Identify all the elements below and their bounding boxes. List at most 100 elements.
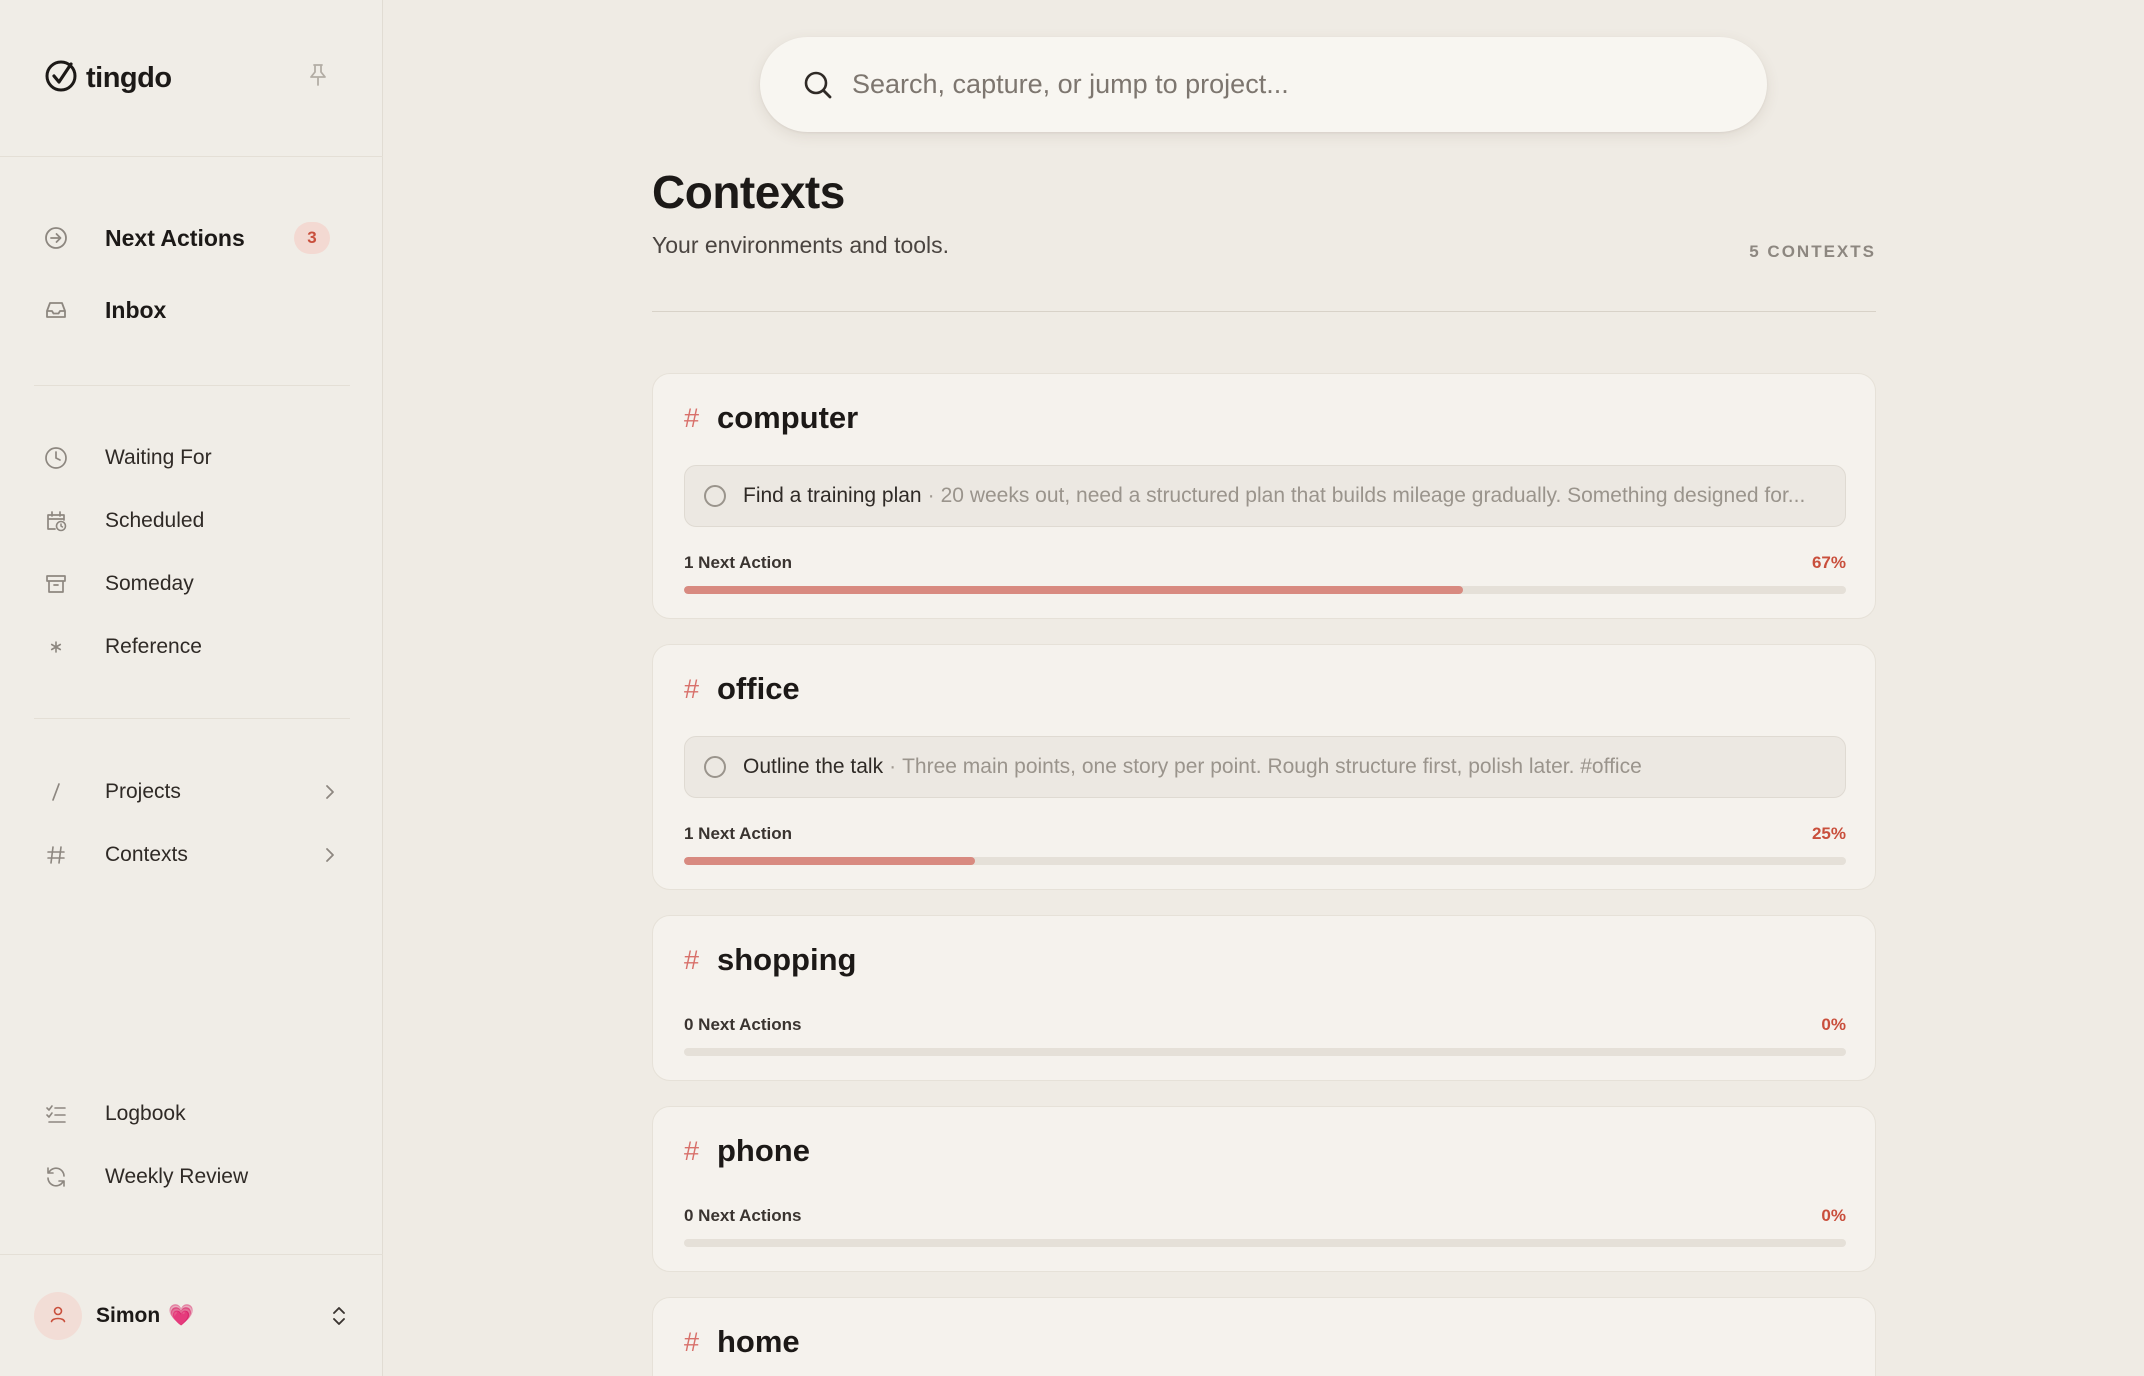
sidebar-item-label: Inbox — [105, 296, 167, 323]
task-checkbox[interactable] — [704, 756, 726, 778]
archive-box-icon — [44, 572, 86, 596]
user-icon — [47, 1303, 69, 1330]
sidebar-item-weekly-review[interactable]: Weekly Review — [44, 1151, 340, 1203]
page-title: Contexts — [652, 166, 845, 218]
sidebar-divider — [0, 156, 383, 157]
search-icon — [802, 69, 834, 101]
sidebar-item-label: Next Actions — [105, 224, 245, 251]
context-stats: 0 Next Actions 0% — [684, 1205, 1846, 1227]
progress-bar — [684, 586, 1846, 594]
task-title: Outline the talk — [743, 755, 884, 778]
chevron-up-down-icon[interactable] — [328, 1304, 350, 1333]
sidebar-divider — [34, 385, 350, 386]
next-action-count: 0 Next Actions — [684, 1206, 802, 1225]
sidebar-item-contexts[interactable]: Contexts — [44, 829, 340, 881]
context-card-office[interactable]: # office Outline the talk · Three main p… — [652, 644, 1876, 890]
context-header: # computer — [684, 396, 858, 440]
sidebar-item-scheduled[interactable]: Scheduled — [44, 495, 340, 547]
context-card-shopping[interactable]: # shopping 0 Next Actions 0% — [652, 915, 1876, 1081]
context-header: # office — [684, 667, 800, 711]
context-card-computer[interactable]: # computer Find a training plan · 20 wee… — [652, 373, 1876, 619]
task-item[interactable]: Outline the talk · Three main points, on… — [684, 736, 1846, 798]
progress-percent: 0% — [1821, 1015, 1846, 1034]
page-subtitle: Your environments and tools. — [652, 232, 950, 258]
search-input[interactable] — [852, 69, 1712, 100]
sidebar-item-label: Contexts — [105, 843, 188, 866]
sidebar-item-waiting-for[interactable]: Waiting For — [44, 432, 340, 484]
next-actions-count-badge: 3 — [294, 222, 330, 254]
task-title: Find a training plan — [743, 484, 922, 507]
context-header: # shopping — [684, 938, 856, 982]
context-stats: 1 Next Action 67% — [684, 552, 1846, 574]
task-checkbox[interactable] — [704, 485, 726, 507]
slash-icon — [44, 780, 86, 804]
next-action-count: 1 Next Action — [684, 553, 793, 572]
sidebar-item-logbook[interactable]: Logbook — [44, 1088, 340, 1140]
chevron-right-icon[interactable] — [320, 845, 340, 870]
progress-bar — [684, 857, 1846, 865]
sidebar-item-projects[interactable]: Projects — [44, 766, 340, 818]
sidebar: tingdo Next Actions 3 Inbox Waiting For … — [0, 0, 383, 1376]
sidebar-item-someday[interactable]: Someday — [44, 558, 340, 610]
checklist-icon — [44, 1102, 86, 1126]
context-name: home — [717, 1324, 800, 1359]
sidebar-item-label: Reference — [105, 635, 202, 658]
task-note: Three main points, one story per point. … — [902, 755, 1642, 778]
arrow-circle-right-icon — [44, 226, 86, 250]
progress-fill — [684, 857, 975, 865]
check-circle-logo-icon — [44, 59, 78, 98]
context-header: # home — [684, 1320, 800, 1364]
hash-icon — [44, 843, 86, 867]
avatar — [34, 1292, 82, 1340]
sidebar-item-label: Logbook — [105, 1102, 186, 1125]
user-name: Simon — [96, 1304, 161, 1327]
context-card-phone[interactable]: # phone 0 Next Actions 0% — [652, 1106, 1876, 1272]
asterisk-icon — [44, 635, 86, 659]
contexts-count: 5 CONTEXTS — [1749, 242, 1876, 261]
calendar-clock-icon — [44, 509, 86, 533]
inbox-tray-icon — [44, 298, 86, 322]
sidebar-item-inbox[interactable]: Inbox — [44, 284, 340, 336]
search-bar[interactable] — [760, 37, 1767, 132]
pin-sidebar-button[interactable] — [304, 62, 332, 92]
context-stats: 0 Next Actions 0% — [684, 1014, 1846, 1036]
next-action-count: 1 Next Action — [684, 824, 793, 843]
sidebar-item-next-actions[interactable]: Next Actions 3 — [44, 212, 340, 264]
chevron-right-icon[interactable] — [320, 782, 340, 807]
hash-icon: # — [684, 1135, 700, 1166]
context-name: shopping — [717, 942, 857, 977]
task-note: 20 weeks out, need a structured plan tha… — [940, 484, 1806, 507]
context-name: office — [717, 671, 800, 706]
hash-icon: # — [684, 944, 700, 975]
progress-percent: 0% — [1821, 1206, 1846, 1225]
sidebar-item-label: Waiting For — [105, 446, 212, 469]
context-name: computer — [717, 400, 859, 435]
task-separator: · — [889, 755, 897, 778]
context-name: phone — [717, 1133, 810, 1168]
context-stats: 1 Next Action 25% — [684, 823, 1846, 845]
hash-icon: # — [684, 402, 700, 433]
hash-icon: # — [684, 673, 700, 704]
sidebar-item-reference[interactable]: Reference — [44, 621, 340, 673]
sidebar-divider — [34, 718, 350, 719]
task-separator: · — [927, 484, 935, 507]
sidebar-item-label: Someday — [105, 572, 194, 595]
pin-icon — [309, 63, 327, 92]
progress-percent: 25% — [1811, 824, 1846, 843]
progress-percent: 67% — [1811, 553, 1846, 572]
refresh-icon — [44, 1165, 86, 1189]
context-header: # phone — [684, 1129, 810, 1173]
app-name: tingdo — [86, 61, 172, 94]
clock-icon — [44, 446, 86, 470]
progress-bar — [684, 1048, 1846, 1056]
header-divider — [652, 311, 1876, 312]
context-card-home[interactable]: # home — [652, 1297, 1876, 1376]
task-item[interactable]: Find a training plan · 20 weeks out, nee… — [684, 465, 1846, 527]
sidebar-item-label: Weekly Review — [105, 1165, 249, 1188]
user-menu[interactable]: Simon 💗 — [34, 1292, 350, 1340]
user-name-group: Simon 💗 — [96, 1304, 194, 1328]
user-emoji: 💗 — [168, 1304, 195, 1327]
app-logo[interactable]: tingdo — [44, 58, 172, 98]
sidebar-divider — [0, 1254, 383, 1255]
sidebar-item-label: Scheduled — [105, 509, 205, 532]
